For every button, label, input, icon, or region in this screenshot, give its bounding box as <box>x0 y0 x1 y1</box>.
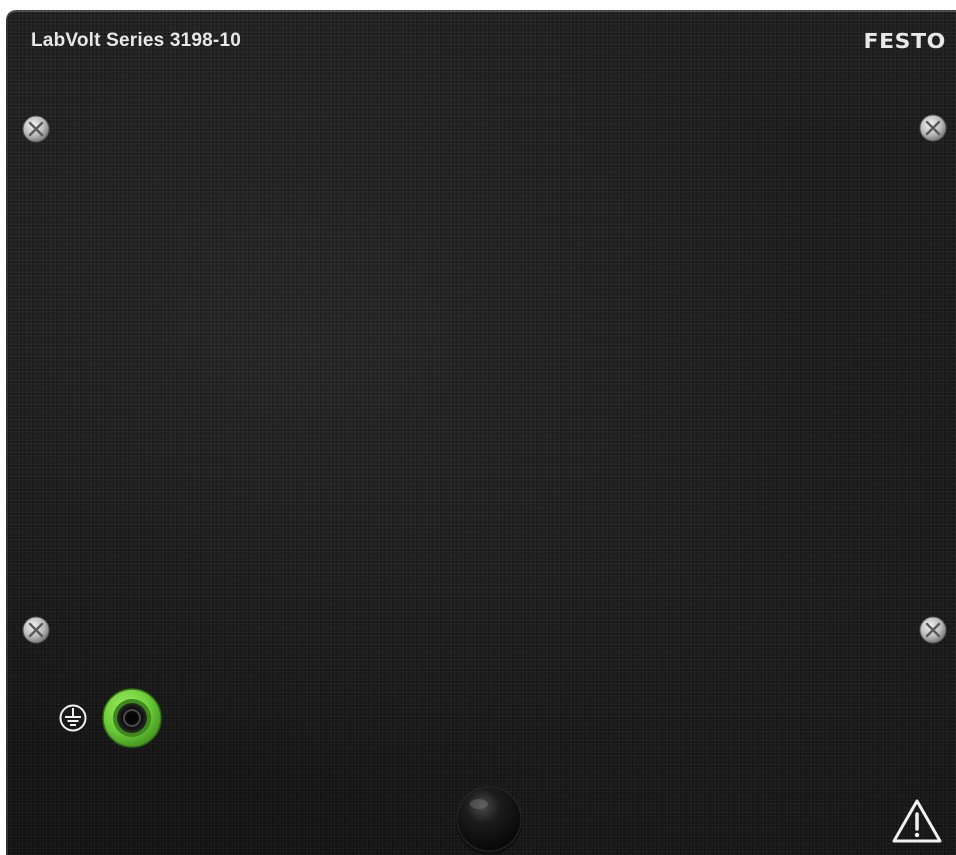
protective-earth-icon <box>59 704 87 732</box>
warning-triangle-icon <box>892 799 942 843</box>
screw-icon <box>22 115 50 143</box>
banana-jack-icon[interactable] <box>101 687 163 749</box>
screw-icon <box>919 114 947 142</box>
screw-icon <box>22 616 50 644</box>
screw-icon <box>919 616 947 644</box>
front-panel: LabVolt Series 3198-10 FESTO <box>6 10 956 855</box>
knob-icon[interactable] <box>452 782 526 855</box>
panel-title: LabVolt Series 3198-10 <box>31 30 241 51</box>
brand-logo: FESTO <box>863 29 946 53</box>
